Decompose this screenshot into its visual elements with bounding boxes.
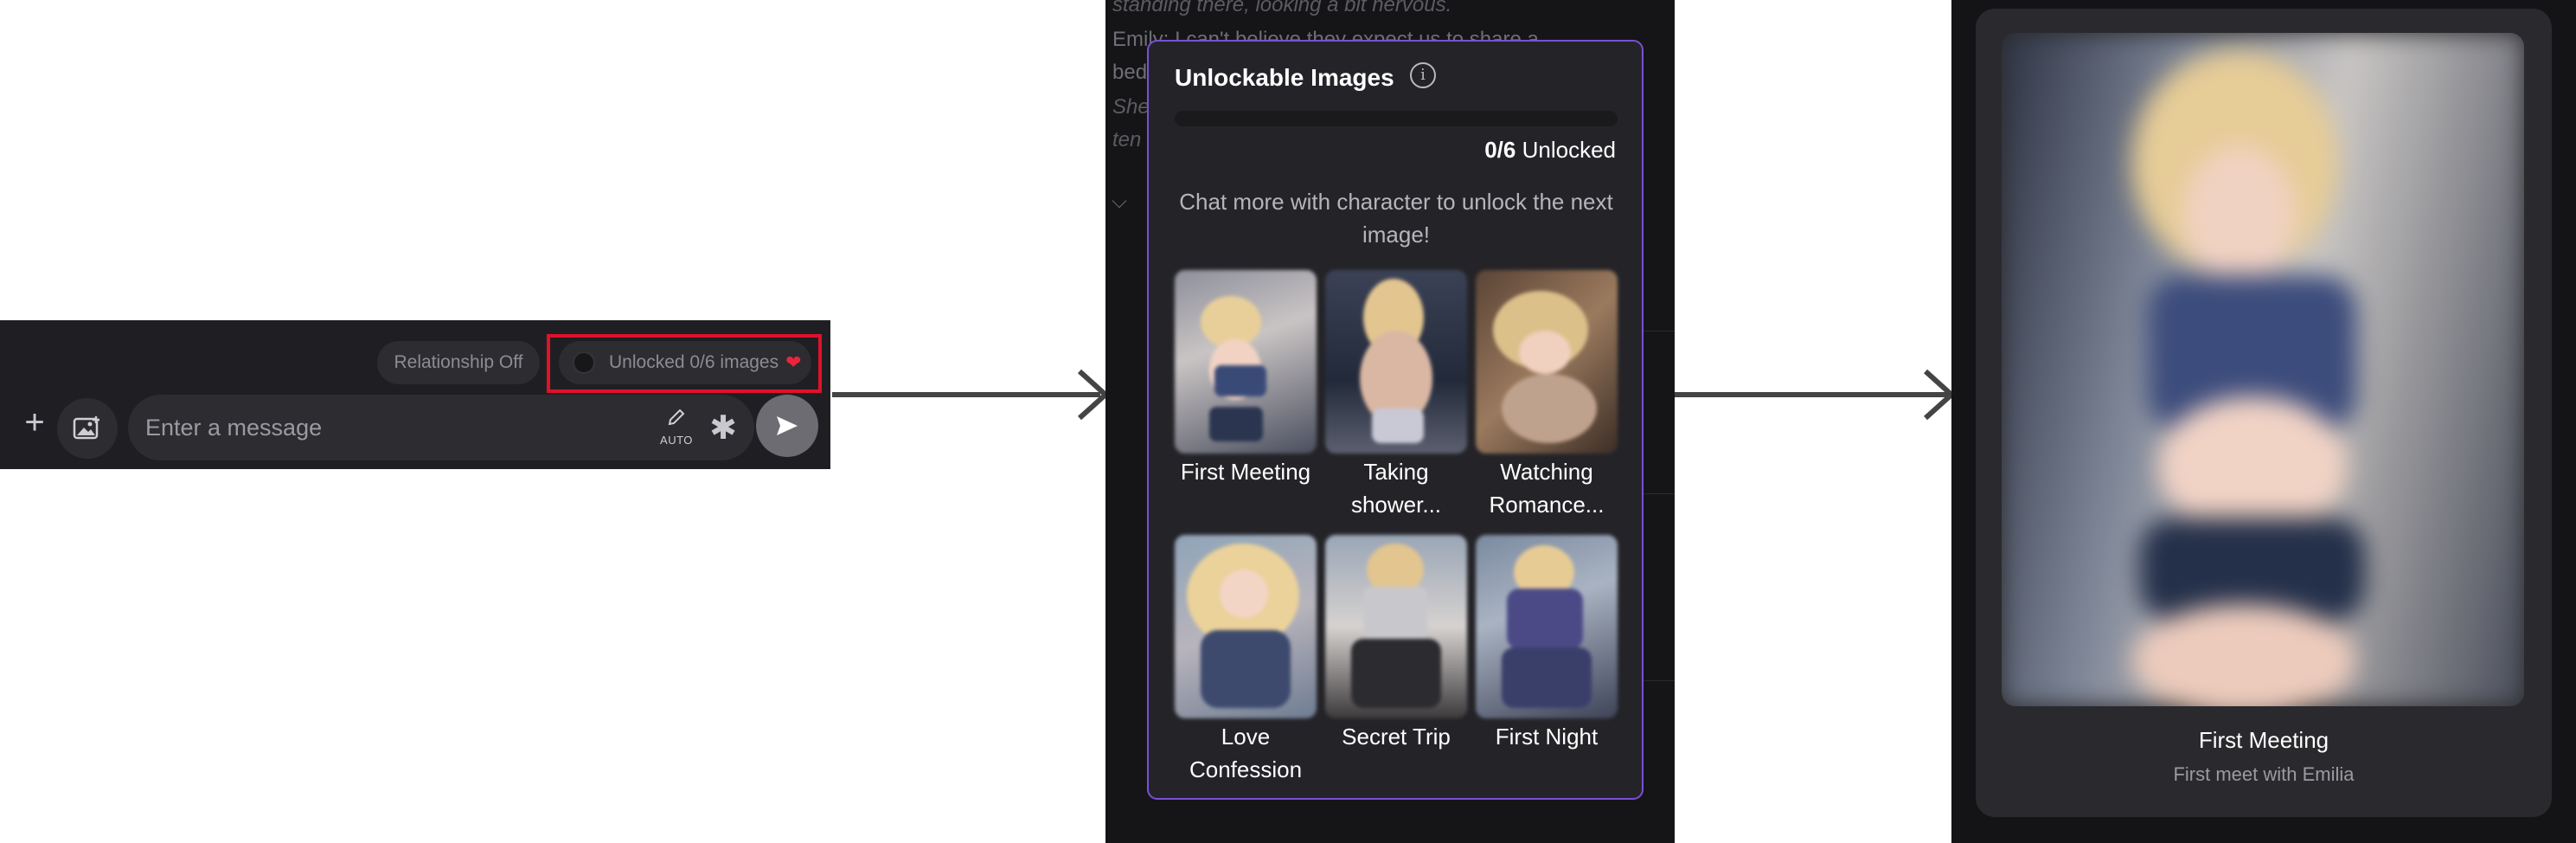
plus-icon[interactable]: + [17,405,52,440]
highlight-box [547,334,822,393]
locked-image-thumbnail [1175,535,1317,718]
send-icon [777,416,798,435]
image-icon [73,416,99,440]
chevron-down-icon[interactable] [1112,193,1127,209]
image-detail-card: First Meeting First meet with Emilia [1976,9,2552,817]
background-chat-line: She [1112,95,1150,119]
send-button[interactable] [756,395,818,457]
info-icon[interactable]: i [1410,62,1436,88]
locked-image-thumbnail [1476,270,1618,454]
message-input[interactable]: Enter a message AUTO ✱ [128,395,754,460]
image-title: First Meeting [1180,459,1311,485]
image-detail-panel: First Meeting First meet with Emilia [1951,0,2576,843]
modal-title: Unlockable Images [1175,64,1394,91]
background-chat-line: bed [1112,61,1148,84]
image-tile[interactable]: First Meeting [1175,270,1317,521]
image-tile[interactable]: First Night [1476,535,1618,786]
image-title: First Night [1495,724,1599,750]
asterisk-icon[interactable]: ✱ [706,407,740,450]
arrow-1-shaft [832,392,1100,397]
image-tile[interactable]: Taking shower... [1325,270,1467,521]
image-tile[interactable]: Love Confession [1175,535,1317,786]
image-tile[interactable]: Secret Trip [1325,535,1467,786]
image-detail-subtitle: First meet with Emilia [2173,763,2355,785]
image-tile[interactable]: Watching Romance... [1476,270,1618,521]
image-title: Watching Romance... [1489,459,1605,518]
message-placeholder: Enter a message [145,415,323,441]
locked-image-thumbnail [1325,535,1467,718]
background-chat-line: ten [1112,128,1142,151]
locked-image-preview[interactable] [2002,33,2524,706]
unlock-count-suffix: Unlocked [1515,137,1616,163]
unlock-count: 0/6 Unlocked [1484,137,1616,164]
image-upload-button[interactable] [57,398,118,459]
image-title: Secret Trip [1342,724,1451,750]
locked-image-thumbnail [1175,270,1317,454]
auto-label: AUTO [660,434,693,447]
unlock-progress-bar [1175,111,1618,126]
divider [1642,493,1675,494]
divider [1642,680,1675,681]
relationship-toggle[interactable]: Relationship Off [377,341,540,384]
locked-image-thumbnail [1476,535,1618,718]
auto-button[interactable]: AUTO [657,407,695,450]
unlockable-images-modal: Unlockable Images i 0/6 Unlocked Chat mo… [1147,40,1644,800]
image-title: Taking shower... [1350,459,1442,518]
locked-image-thumbnail [1325,270,1467,454]
unlock-hint: Chat more with character to unlock the n… [1179,189,1613,248]
image-title: Love Confession [1189,724,1303,782]
arrow-2-shaft [1675,392,1951,397]
pencil-icon [668,409,685,426]
background-chat-line: standing there, looking a bit nervous. [1112,0,1452,16]
image-detail-title: First Meeting [2198,727,2329,753]
image-grid: First Meeting Taking shower... Watching … [1175,270,1618,786]
chat-input-bar: Relationship Off Unlocked 0/6 images ❤ +… [0,320,830,469]
unlockable-images-panel: standing there, looking a bit nervous. E… [1105,0,1675,843]
unlock-count-value: 0/6 [1484,137,1516,163]
